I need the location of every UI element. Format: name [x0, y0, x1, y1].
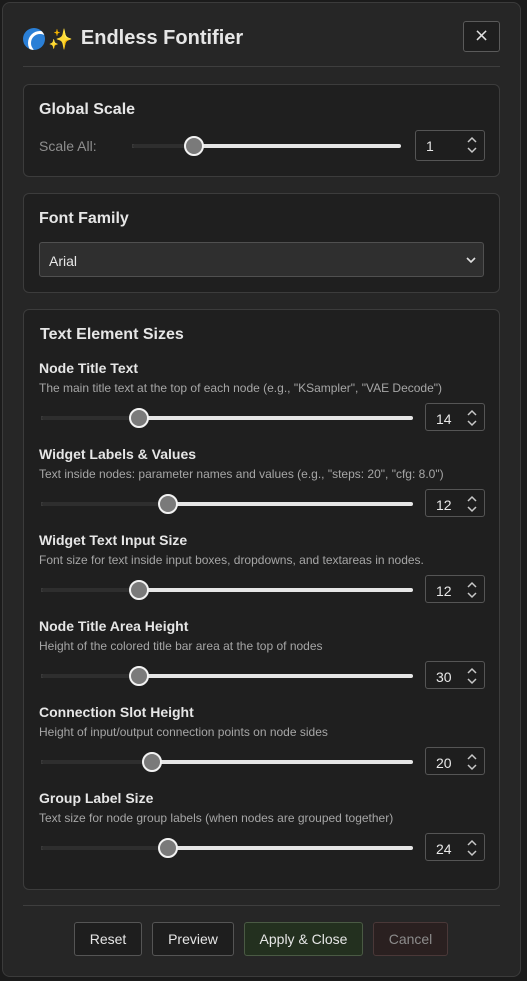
global-scale-heading: Global Scale — [39, 101, 136, 118]
slider-thumb[interactable] — [129, 666, 149, 686]
widget-labels-input[interactable]: 12 — [425, 489, 485, 517]
slider-thumb[interactable] — [142, 752, 162, 772]
sparkles-icon: ✨ — [48, 26, 73, 51]
font-family-heading: Font Family — [39, 210, 129, 227]
slider-thumb[interactable] — [158, 838, 178, 858]
slider-thumb[interactable] — [158, 494, 178, 514]
connection-slot-input[interactable]: 20 — [425, 747, 485, 775]
text-sizes-section: Text Element Sizes Node Title Text The m… — [23, 309, 500, 890]
dialog-title-text: Endless Fontifier — [80, 27, 244, 49]
spinner-icon[interactable] — [467, 839, 477, 857]
size-item-desc: Height of input/output connection points… — [39, 725, 328, 739]
scale-all-slider-thumb[interactable] — [184, 136, 204, 156]
slider-thumb[interactable] — [129, 580, 149, 600]
dialog-title: ✨ Endless Fontifier — [23, 27, 243, 50]
text-sizes-heading: Text Element Sizes — [40, 326, 184, 343]
title-area-height-input[interactable]: 30 — [425, 661, 485, 689]
footer-divider — [23, 905, 500, 906]
spinner-icon[interactable] — [467, 409, 477, 427]
font-family-select[interactable]: Arial — [39, 242, 484, 277]
slider-thumb[interactable] — [129, 408, 149, 428]
spinner-icon[interactable] — [467, 667, 477, 685]
widget-text-input-slider[interactable] — [41, 580, 413, 600]
scale-all-label: Scale All: — [39, 138, 97, 154]
size-item-title: Widget Labels & Values — [39, 446, 197, 462]
chevron-down-icon — [466, 257, 476, 264]
scale-all-slider[interactable] — [132, 136, 401, 156]
size-item-desc: Text inside nodes: parameter names and v… — [39, 467, 444, 481]
size-item-title: Node Title Text — [39, 360, 139, 376]
close-icon: × — [473, 25, 490, 46]
size-item-desc: Text size for node group labels (when no… — [39, 811, 394, 825]
node-title-text-slider[interactable] — [41, 408, 413, 428]
widget-text-input-input[interactable]: 12 — [425, 575, 485, 603]
widget-labels-slider[interactable] — [41, 494, 413, 514]
apply-close-button[interactable]: Apply & Close — [244, 922, 363, 956]
size-item-title: Widget Text Input Size — [39, 532, 188, 548]
size-item-title: Node Title Area Height — [39, 618, 189, 634]
connection-slot-slider[interactable] — [41, 752, 413, 772]
reset-button[interactable]: Reset — [74, 922, 142, 956]
global-scale-section: Global Scale Scale All: 1 — [23, 84, 500, 177]
spinner-icon[interactable] — [467, 581, 477, 599]
close-button[interactable]: × — [463, 21, 500, 52]
size-item-desc: Font size for text inside input boxes, d… — [39, 553, 424, 567]
spinner-icon[interactable] — [467, 495, 477, 513]
font-family-section: Font Family Arial — [23, 193, 500, 293]
node-title-text-input[interactable]: 14 — [425, 403, 485, 431]
spinner-icon[interactable] — [467, 753, 477, 771]
spinner-icon[interactable] — [467, 136, 477, 154]
group-label-input[interactable]: 24 — [425, 833, 485, 861]
size-item-title: Group Label Size — [39, 790, 154, 806]
title-area-height-slider[interactable] — [41, 666, 413, 686]
size-item-title: Connection Slot Height — [39, 704, 194, 720]
size-item-desc: The main title text at the top of each n… — [39, 381, 443, 395]
size-item-desc: Height of the colored title bar area at … — [39, 639, 323, 653]
group-label-slider[interactable] — [41, 838, 413, 858]
fontifier-dialog: ✨ Endless Fontifier × Global Scale Scale… — [2, 2, 521, 977]
wave-icon — [23, 27, 45, 50]
dialog-header: ✨ Endless Fontifier × — [23, 19, 500, 67]
scale-all-input[interactable]: 1 — [415, 130, 485, 161]
cancel-button[interactable]: Cancel — [373, 922, 448, 956]
preview-button[interactable]: Preview — [152, 922, 234, 956]
